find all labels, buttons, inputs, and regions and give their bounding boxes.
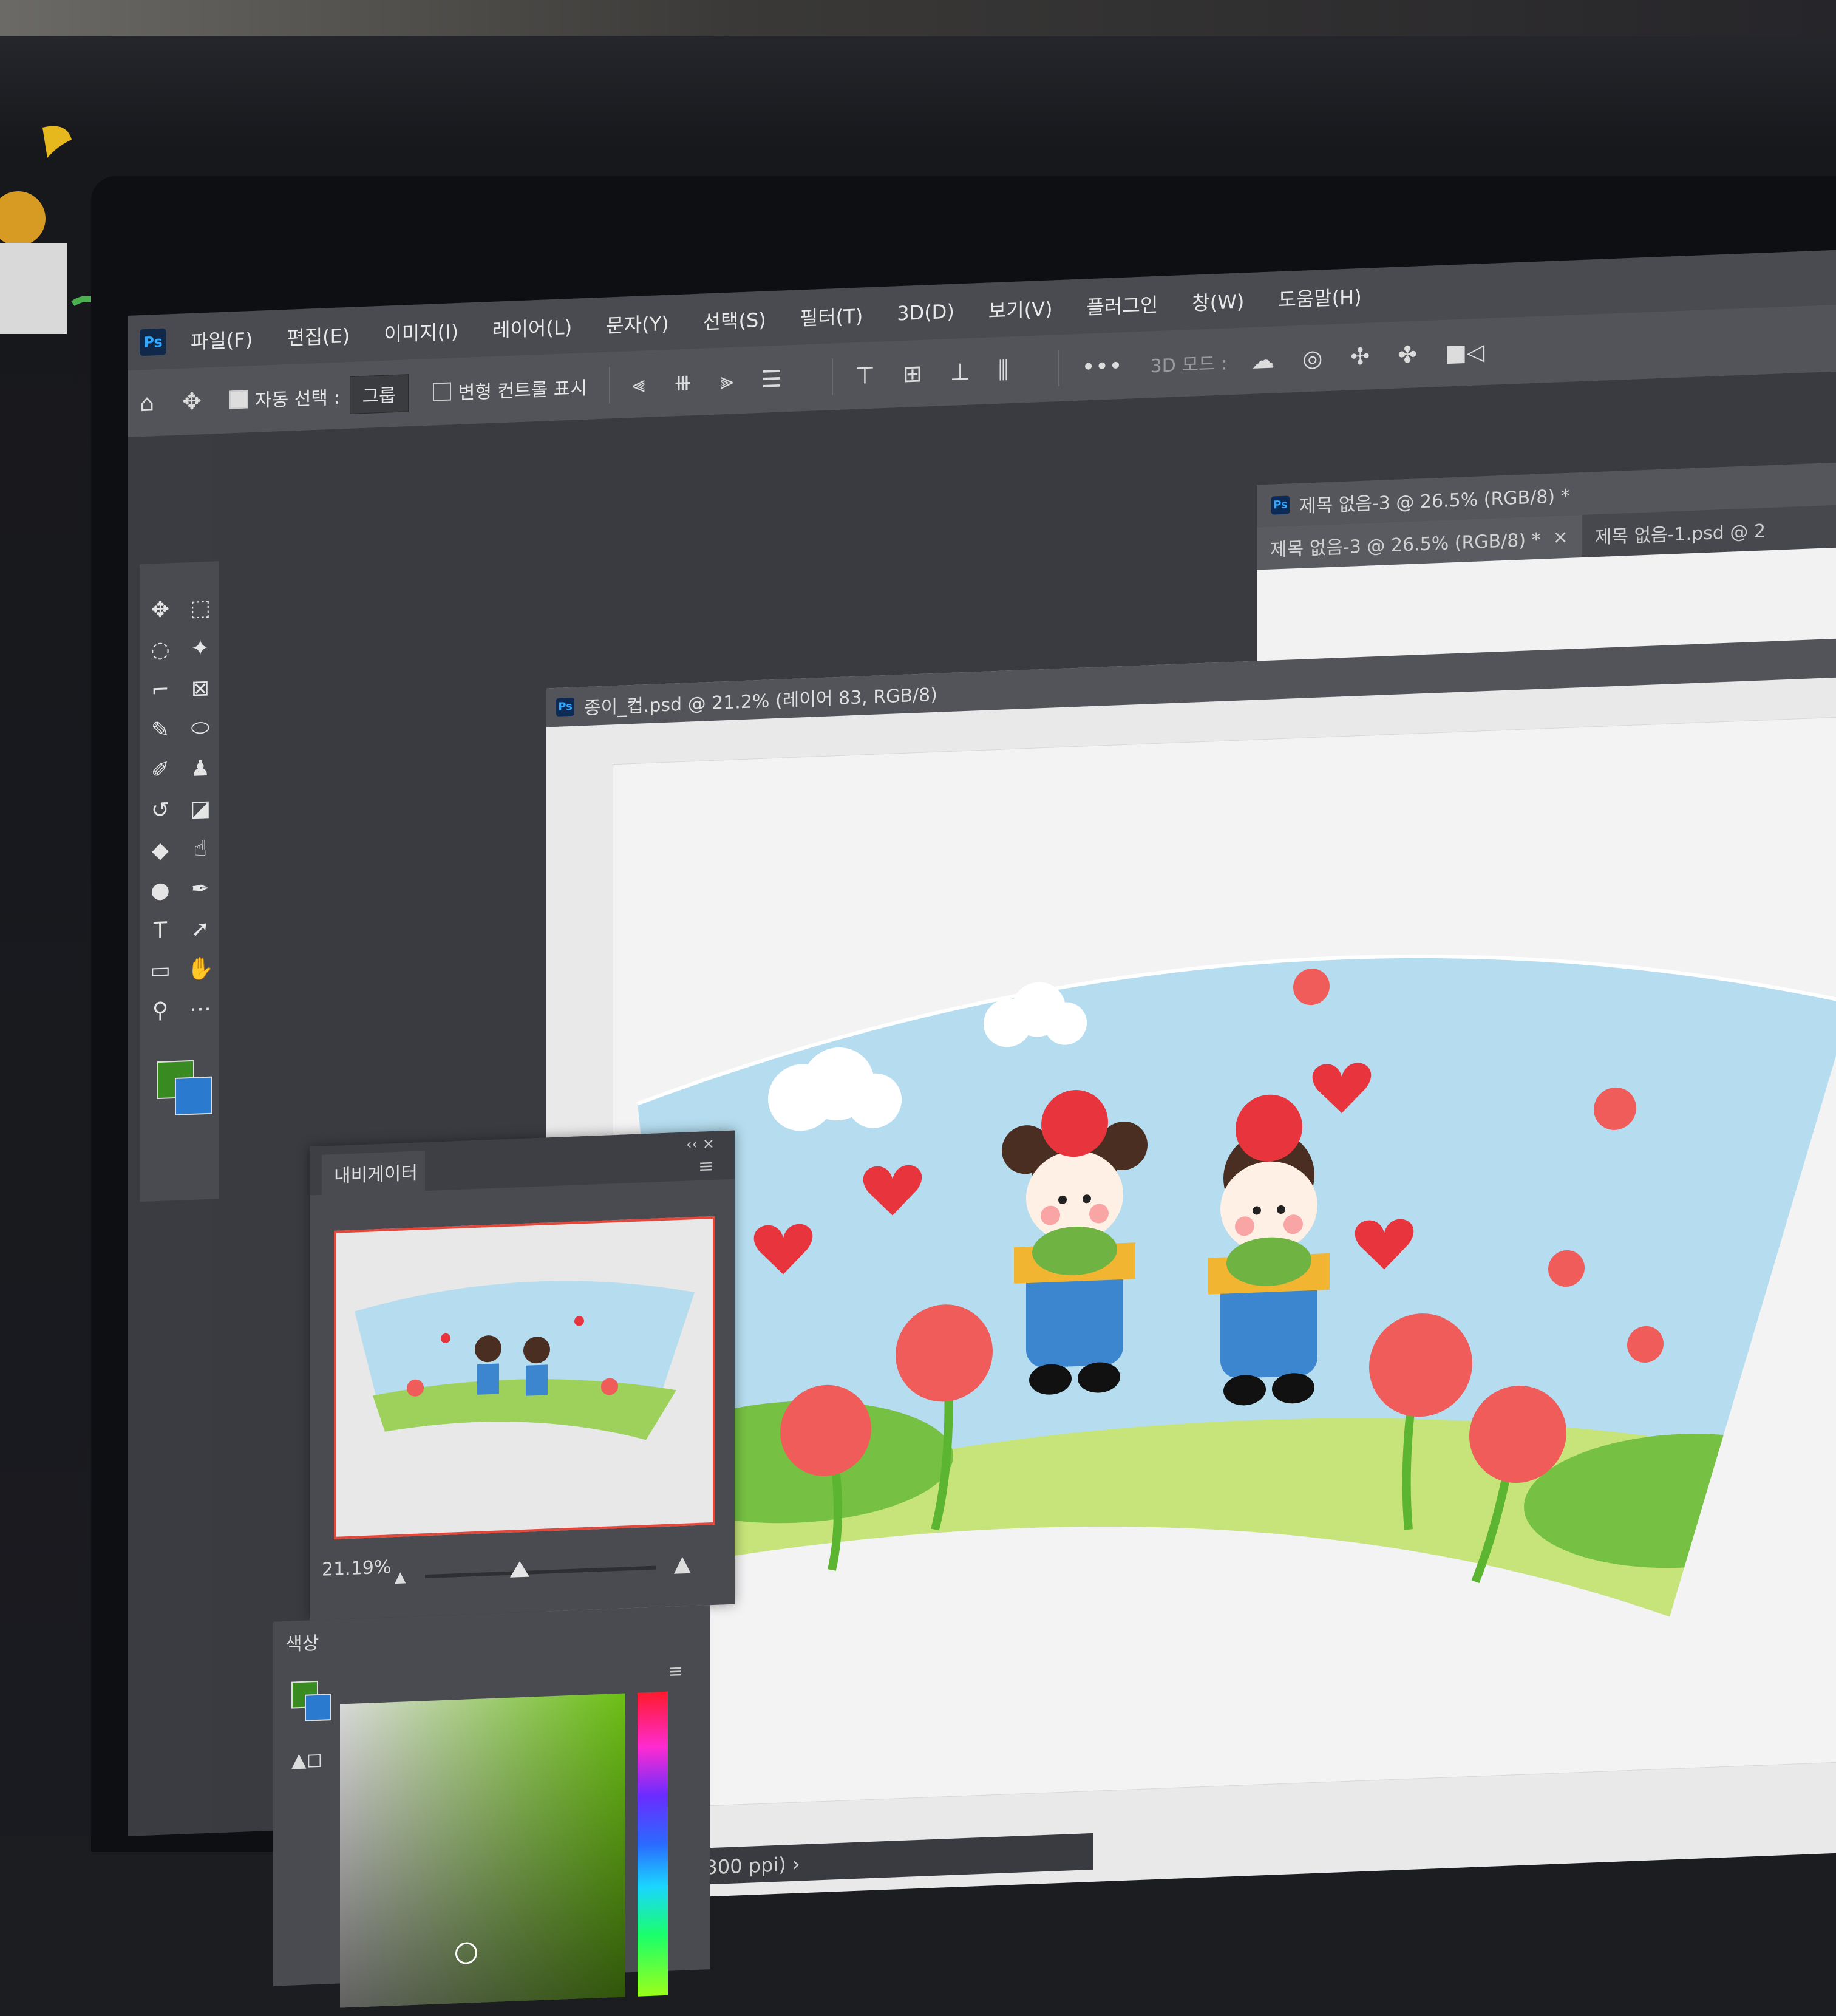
smudge-tool-icon[interactable]: ☝ xyxy=(185,832,216,865)
photoshop-window: Ps 파일(F) 편집(E) 이미지(I) 레이어(L) 문자(Y) 선택(S)… xyxy=(127,250,1836,2008)
hand-tool-icon[interactable]: ✋ xyxy=(185,952,216,985)
menu-select[interactable]: 선택(S) xyxy=(703,305,766,335)
divider xyxy=(1058,350,1060,387)
mode-3d-label: 3D 모드 : xyxy=(1150,353,1228,378)
menu-file[interactable]: 파일(F) xyxy=(191,324,253,355)
navigator-panel: 내비게이터 ‹‹ × ≡ 21.19% ▲ ▲ xyxy=(310,1130,735,1621)
rectangle-tool-icon[interactable]: ▭ xyxy=(144,954,176,987)
align-right-icon[interactable]: ⫸ xyxy=(720,367,733,395)
paper-cup-illustration xyxy=(637,938,1836,1657)
navigator-tabbar: 내비게이터 ‹‹ × ≡ xyxy=(310,1130,735,1196)
zoom-slider-track[interactable] xyxy=(425,1565,656,1579)
more-tools-icon[interactable]: ⋯ xyxy=(185,992,216,1025)
auto-select-dropdown[interactable]: 그룹 xyxy=(349,374,409,414)
background-color-swatch[interactable] xyxy=(175,1076,212,1116)
camera-3d-icon[interactable]: ■◁ xyxy=(1445,338,1484,367)
tab-navigator[interactable]: 내비게이터 xyxy=(322,1151,425,1195)
tab-untitled-1[interactable]: 제목 없음-1.psd @ 2 xyxy=(1582,516,1779,550)
main-document-title[interactable]: Ps 종이_컵.psd @ 21.2% (레이어 83, RGB/8) ▬ ▭ xyxy=(546,635,1836,727)
zoom-out-icon[interactable]: ▲ xyxy=(395,1568,406,1585)
zoom-slider-handle[interactable] xyxy=(510,1561,529,1578)
transform-controls-checkbox[interactable] xyxy=(432,382,451,401)
navigator-thumbnail xyxy=(355,1281,695,1440)
move-tool-icon[interactable]: ✥ xyxy=(144,593,176,626)
auto-select-label: 자동 선택 : xyxy=(254,387,340,412)
bucket-tool-icon[interactable]: ◆ xyxy=(144,834,176,867)
menu-3d[interactable]: 3D(D) xyxy=(897,300,954,325)
align-center-icon[interactable]: ⧻ xyxy=(673,369,692,396)
menu-view[interactable]: 보기(V) xyxy=(988,293,1053,324)
move-icon[interactable]: ✥ xyxy=(182,387,202,415)
color-panel-menu-icon[interactable]: ≡ xyxy=(668,1661,683,1683)
pen-tool-icon[interactable]: ✒ xyxy=(185,872,216,905)
more-options-button[interactable]: ••• xyxy=(1081,352,1122,381)
drag-3d-icon[interactable]: ✣ xyxy=(1350,342,1370,370)
menu-image[interactable]: 이미지(I) xyxy=(384,316,458,347)
zoom-percentage[interactable]: 21.19% xyxy=(322,1556,391,1580)
orbit-3d-icon[interactable]: ☁ xyxy=(1251,346,1274,373)
magic-wand-tool-icon[interactable]: ✦ xyxy=(185,632,216,664)
transform-controls-label: 변형 컨트롤 표시 xyxy=(458,377,588,404)
gamut-warning-icon: ▲◻ xyxy=(291,1747,323,1772)
panel-menu-icon[interactable]: ≡ xyxy=(698,1156,713,1177)
path-select-tool-icon[interactable]: ➚ xyxy=(185,912,216,945)
menu-help[interactable]: 도움말(H) xyxy=(1278,282,1361,313)
eraser-tool-icon[interactable]: ◪ xyxy=(185,792,216,825)
divider xyxy=(609,367,611,404)
type-tool-icon[interactable]: T xyxy=(144,914,176,947)
divider xyxy=(831,358,833,395)
align-top-icon[interactable]: ⊤ xyxy=(855,362,875,389)
distribute-icon[interactable]: ☰ xyxy=(761,366,782,393)
menu-filter[interactable]: 필터(T) xyxy=(800,301,863,331)
menu-plugins[interactable]: 플러그인 xyxy=(1087,290,1158,321)
canvas-artboard[interactable] xyxy=(613,715,1836,1810)
align-middle-icon[interactable]: ⊞ xyxy=(903,360,922,387)
roll-3d-icon[interactable]: ◎ xyxy=(1302,344,1322,372)
crop-tool-icon[interactable]: ⌐ xyxy=(144,673,176,706)
tab-label: 제목 없음-3 @ 26.5% (RGB/8) * xyxy=(1270,529,1541,561)
auto-select-checkbox[interactable] xyxy=(229,390,248,409)
wall-strip xyxy=(0,0,1836,36)
zoom-in-icon[interactable]: ▲ xyxy=(674,1551,691,1576)
frame-tool-icon[interactable]: ⊠ xyxy=(185,672,216,704)
lasso-tool-icon[interactable]: ◌ xyxy=(144,633,176,666)
history-brush-tool-icon[interactable]: ↺ xyxy=(144,794,176,826)
color-background-swatch[interactable] xyxy=(305,1694,332,1721)
menu-edit[interactable]: 편집(E) xyxy=(287,321,350,351)
color-picker-field[interactable] xyxy=(340,1693,625,2008)
healing-tool-icon[interactable]: ⬭ xyxy=(185,712,216,744)
main-document-title-text: 종이_컵.psd @ 21.2% (레이어 83, RGB/8) xyxy=(584,684,937,720)
secondary-document-window: Ps 제목 없음-3 @ 26.5% (RGB/8) * 제목 없음-3 @ 2… xyxy=(1257,461,1836,667)
tab-label: 제목 없음-1.psd @ 2 xyxy=(1594,520,1766,549)
menu-window[interactable]: 창(W) xyxy=(1192,286,1244,316)
color-panel: 색상 ≡ ▲◻ xyxy=(273,1605,710,2008)
menu-type[interactable]: 문자(Y) xyxy=(606,308,668,339)
eyedropper-tool-icon[interactable]: ✎ xyxy=(144,713,176,746)
menu-layer[interactable]: 레이어(L) xyxy=(492,312,572,343)
navigator-preview[interactable] xyxy=(334,1216,715,1539)
home-icon[interactable]: ⌂ xyxy=(140,389,154,417)
document-icon: Ps xyxy=(1271,495,1290,515)
slide-3d-icon[interactable]: ✤ xyxy=(1398,341,1417,368)
close-icon[interactable]: × xyxy=(1553,526,1568,548)
align-bottom-icon[interactable]: ⊥ xyxy=(950,358,970,386)
zoom-tool-icon[interactable]: ⚲ xyxy=(144,994,176,1027)
hue-slider[interactable] xyxy=(638,1691,668,1997)
panel-collapse-icon[interactable]: ‹‹ × xyxy=(686,1135,715,1153)
align-left-icon[interactable]: ⫷ xyxy=(632,370,645,398)
photoshop-logo-icon[interactable]: Ps xyxy=(140,328,166,356)
tab-color[interactable]: 색상 xyxy=(285,1618,376,1664)
stamp-tool-icon[interactable]: ♟ xyxy=(185,752,216,785)
brush-tool-icon[interactable]: ✐ xyxy=(144,754,176,786)
secondary-document-title-text: 제목 없음-3 @ 26.5% (RGB/8) * xyxy=(1299,485,1570,517)
document-icon: Ps xyxy=(556,697,574,717)
distribute-vertical-icon[interactable]: ⫼ xyxy=(998,356,1008,384)
dodge-tool-icon[interactable]: ● xyxy=(144,874,176,907)
tools-panel: ✥ ⬚ ◌ ✦ ⌐ ⊠ ✎ ⬭ ✐ ♟ ↺ ◪ ◆ ☝ ● ✒ T ➚ ▭ ✋ xyxy=(140,561,219,1202)
marquee-tool-icon[interactable]: ⬚ xyxy=(185,591,216,624)
workspace: ✥ ⬚ ◌ ✦ ⌐ ⊠ ✎ ⬭ ✐ ♟ ↺ ◪ ◆ ☝ ● ✒ T ➚ ▭ ✋ xyxy=(140,371,1836,2008)
main-document-window: Ps 종이_컵.psd @ 21.2% (레이어 83, RGB/8) ▬ ▭ xyxy=(546,635,1836,1903)
